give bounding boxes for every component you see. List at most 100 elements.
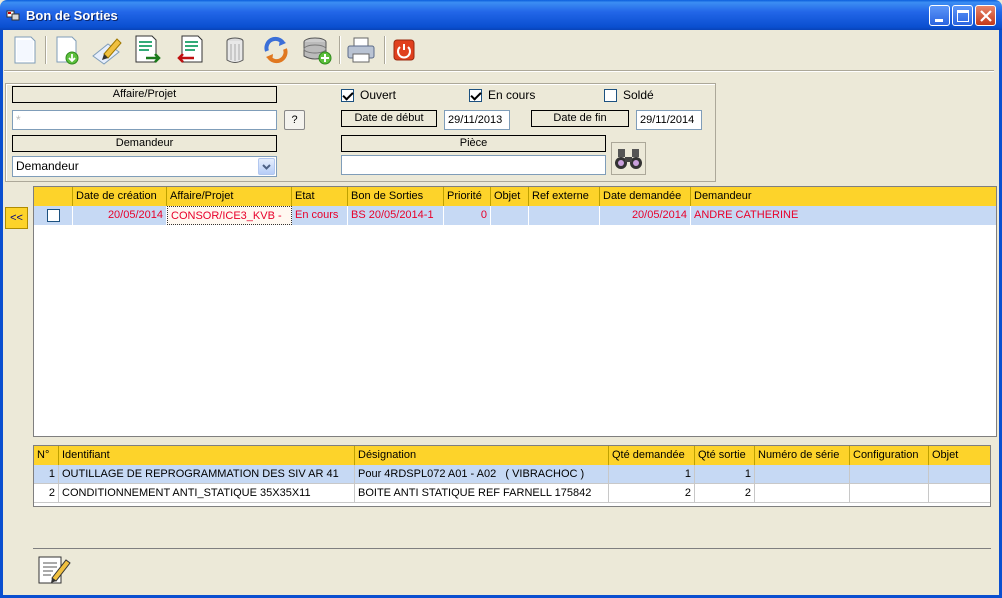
demandeur-label: Demandeur (12, 135, 277, 152)
orders-grid: Date de création Affaire/Projet Etat Bon… (33, 186, 997, 437)
column-header-designation[interactable]: Désignation (355, 446, 609, 465)
search-binoculars-button[interactable] (611, 142, 646, 175)
column-header-numero-serie[interactable]: Numéro de série (755, 446, 850, 465)
delete-bin-icon[interactable] (219, 34, 251, 66)
row-checkbox[interactable] (47, 209, 60, 222)
ouvert-check-icon[interactable] (341, 88, 354, 102)
column-header-objet[interactable]: Objet (491, 187, 529, 206)
column-header-configuration[interactable]: Configuration (850, 446, 929, 465)
affaire-label: Affaire/Projet (12, 86, 277, 103)
date-debut-input[interactable]: 29/11/2013 (444, 110, 510, 130)
new-document-icon[interactable] (9, 34, 41, 66)
refresh-icon[interactable] (260, 34, 292, 66)
toolbar-divider (4, 70, 994, 72)
column-header-affaire[interactable]: Affaire/Projet (167, 187, 292, 206)
chevron-down-icon[interactable] (258, 158, 275, 175)
cell-numero-serie (755, 484, 850, 502)
row-select-cell[interactable] (34, 206, 73, 225)
solde-label: Soldé (623, 88, 654, 102)
date-debut-label: Date de début (341, 110, 437, 127)
orders-grid-header: Date de création Affaire/Projet Etat Bon… (34, 187, 996, 206)
binoculars-icon (615, 149, 642, 169)
column-header-qte-demandee[interactable]: Qté demandée (609, 446, 695, 465)
column-header-bon[interactable]: Bon de Sorties (348, 187, 444, 206)
cell-numero-serie (755, 465, 850, 483)
cell-priorite: 0 (444, 206, 491, 225)
title-bar[interactable]: Bon de Sorties (0, 0, 1002, 30)
lines-grid-header: N° Identifiant Désignation Qté demandée … (34, 446, 990, 465)
cell-n: 1 (34, 465, 59, 483)
minimize-button[interactable] (929, 5, 950, 26)
power-exit-icon[interactable] (388, 34, 420, 66)
cell-n: 2 (34, 484, 59, 502)
cell-qte-sortie: 1 (695, 465, 755, 483)
export-document-icon[interactable] (132, 34, 164, 66)
collapse-panel-button[interactable]: << (5, 207, 28, 229)
cell-identifiant: CONDITIONNEMENT ANTI_STATIQUE 35X35X11 (59, 484, 355, 502)
edit-pencil-icon[interactable] (90, 34, 122, 66)
maximize-button[interactable] (952, 5, 973, 26)
table-row[interactable]: 20/05/2014 CONSOR/ICE3_KVB - En cours BS… (34, 206, 996, 225)
cell-qte-sortie: 2 (695, 484, 755, 502)
add-document-icon[interactable] (52, 34, 84, 66)
column-header-demandeur[interactable]: Demandeur (691, 187, 996, 206)
solde-checkbox[interactable]: Soldé (604, 88, 654, 102)
column-header-ref-externe[interactable]: Ref externe (529, 187, 600, 206)
date-fin-label: Date de fin (531, 110, 629, 127)
toolbar-separator (384, 36, 386, 64)
ouvert-checkbox[interactable]: Ouvert (341, 88, 396, 102)
close-button[interactable] (975, 5, 996, 26)
table-row[interactable]: 1 OUTILLAGE DE REPROGRAMMATION DES SIV A… (34, 465, 990, 484)
solde-check-icon[interactable] (604, 88, 617, 102)
column-header-etat[interactable]: Etat (292, 187, 348, 206)
cell-identifiant: OUTILLAGE DE REPROGRAMMATION DES SIV AR … (59, 465, 355, 483)
column-header-priorite[interactable]: Priorité (444, 187, 491, 206)
cell-objet (929, 484, 990, 502)
en-cours-checkbox[interactable]: En cours (469, 88, 535, 102)
column-header-identifiant[interactable]: Identifiant (59, 446, 355, 465)
affaire-help-button[interactable]: ? (284, 110, 305, 130)
print-icon[interactable] (345, 34, 377, 66)
cell-configuration (850, 484, 929, 502)
cell-date-demandee: 20/05/2014 (600, 206, 691, 225)
cell-objet (491, 206, 529, 225)
lines-grid-footer (33, 506, 991, 548)
cell-qte-demandee: 2 (609, 484, 695, 502)
cell-ref-externe (529, 206, 600, 225)
cell-objet (929, 465, 990, 483)
piece-label: Pièce (341, 135, 606, 152)
toolbar (4, 32, 994, 70)
cell-affaire[interactable]: CONSOR/ICE3_KVB - (167, 206, 292, 225)
column-header-date-creation[interactable]: Date de création (73, 187, 167, 206)
en-cours-label: En cours (488, 88, 536, 102)
toolbar-separator (45, 36, 47, 64)
piece-input[interactable] (341, 155, 606, 175)
add-database-icon[interactable] (301, 34, 333, 66)
affaire-input[interactable]: * (12, 110, 277, 130)
edit-sheet-icon (38, 556, 71, 584)
demandeur-select[interactable]: Demandeur (12, 156, 277, 177)
cell-qte-demandee: 1 (609, 465, 695, 483)
import-document-icon[interactable] (174, 34, 206, 66)
cell-configuration (850, 465, 929, 483)
window-title: Bon de Sorties (26, 8, 118, 23)
demandeur-select-value: Demandeur (16, 159, 79, 173)
edit-line-button[interactable] (35, 551, 73, 589)
column-header-objet[interactable]: Objet (929, 446, 990, 465)
cell-date-creation: 20/05/2014 (73, 206, 167, 225)
column-header-qte-sortie[interactable]: Qté sortie (695, 446, 755, 465)
date-fin-input[interactable]: 29/11/2014 (636, 110, 702, 130)
cell-designation: BOITE ANTI STATIQUE REF FARNELL 175842 (355, 484, 609, 502)
table-row[interactable]: 2 CONDITIONNEMENT ANTI_STATIQUE 35X35X11… (34, 484, 990, 503)
ouvert-label: Ouvert (360, 88, 397, 102)
cell-etat: En cours (292, 206, 348, 225)
cell-demandeur: ANDRE CATHERINE (694, 209, 799, 221)
en-cours-check-icon[interactable] (469, 88, 482, 102)
column-header-n[interactable]: N° (34, 446, 59, 465)
cell-designation: Pour 4RDSPL072 A01 - A02 ( VIBRACHOC ) (355, 465, 609, 483)
column-header-select[interactable] (34, 187, 73, 206)
app-icon (6, 8, 21, 23)
cell-bon: BS 20/05/2014-1 (348, 206, 444, 225)
toolbar-separator (339, 36, 341, 64)
column-header-date-demandee[interactable]: Date demandée (600, 187, 691, 206)
